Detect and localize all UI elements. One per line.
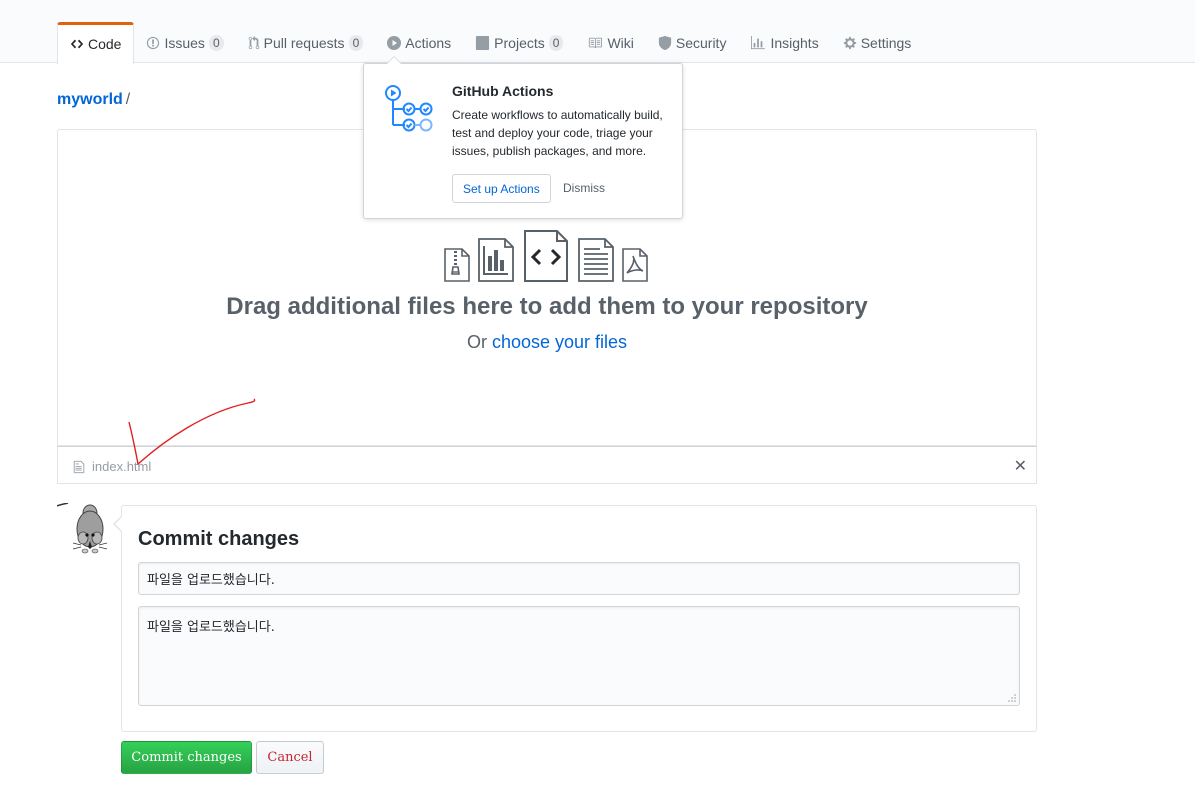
- graph-icon: [751, 35, 766, 49]
- repo-link[interactable]: myworld: [57, 91, 123, 108]
- tab-insights[interactable]: Insights: [738, 22, 830, 63]
- popover-title: GitHub Actions: [452, 83, 554, 99]
- chart-file-icon: [478, 238, 514, 282]
- drop-zone-subtitle: Or choose your files: [58, 332, 1036, 353]
- text-file-icon: [578, 238, 614, 282]
- tab-wiki-label: Wiki: [607, 34, 634, 51]
- breadcrumb: myworld /: [57, 91, 130, 109]
- tab-issues-label: Issues: [164, 34, 205, 51]
- git-pull-request-icon: [248, 35, 259, 49]
- play-icon: [387, 35, 402, 50]
- cancel-button[interactable]: Cancel: [256, 741, 324, 774]
- gear-icon: [843, 36, 856, 49]
- tab-insights-label: Insights: [770, 34, 819, 51]
- tab-pull-requests[interactable]: Pull requests 0: [236, 22, 376, 63]
- project-icon: [476, 35, 490, 50]
- book-icon: [589, 37, 603, 48]
- file-type-icons: [443, 230, 649, 282]
- remove-file-icon[interactable]: ✕: [1014, 456, 1027, 476]
- tab-issues[interactable]: Issues 0: [134, 22, 235, 63]
- popover-description: Create workflows to automatically build,…: [452, 108, 663, 158]
- setup-actions-button[interactable]: Set up Actions: [452, 174, 551, 203]
- tab-wiki[interactable]: Wiki: [575, 22, 645, 63]
- dismiss-link[interactable]: Dismiss: [563, 181, 605, 195]
- commit-title: Commit changes: [138, 528, 300, 550]
- tab-pull-requests-label: Pull requests: [263, 34, 345, 51]
- uploaded-file-row: index.html ✕: [57, 446, 1037, 484]
- file-name: index.html: [92, 459, 152, 474]
- tab-projects[interactable]: Projects 0: [463, 22, 575, 63]
- commit-summary-input[interactable]: [138, 562, 1020, 595]
- commit-description-textarea[interactable]: 파일을 업로드했습니다.: [138, 606, 1020, 706]
- choose-files-link[interactable]: choose your files: [492, 332, 627, 352]
- commit-form: Commit changes 파일을 업로드했습니다.: [113, 505, 1037, 732]
- tab-settings-label: Settings: [860, 34, 912, 51]
- repo-tabs: Code Issues 0 Pull requests 0 Actions Pr…: [57, 22, 924, 64]
- issue-opened-icon: [147, 36, 160, 49]
- drop-zone-title: Drag additional files here to add them t…: [226, 293, 868, 320]
- tab-settings[interactable]: Settings: [831, 22, 924, 63]
- workflow-icon: [385, 85, 433, 132]
- pdf-file-icon: [622, 248, 648, 282]
- projects-counter: 0: [548, 34, 564, 51]
- zip-file-icon: [444, 248, 470, 282]
- actions-popover: GitHub Actions Create workflows to autom…: [363, 56, 683, 219]
- tab-projects-label: Projects: [494, 34, 545, 51]
- shield-icon: [658, 35, 671, 50]
- pull-requests-counter: 0: [348, 34, 364, 51]
- resize-grip-icon[interactable]: [1008, 694, 1016, 702]
- drop-zone-or: Or: [466, 332, 487, 352]
- commit-changes-button[interactable]: Commit changes: [121, 741, 252, 774]
- repo-navigation: Code Issues 0 Pull requests 0 Actions Pr…: [0, 0, 1195, 64]
- code-icon: [70, 39, 84, 48]
- tab-code[interactable]: Code: [57, 22, 135, 64]
- breadcrumb-separator: /: [125, 91, 131, 108]
- code-file-icon: [524, 230, 568, 282]
- issues-counter: 0: [208, 34, 224, 51]
- tab-security[interactable]: Security: [646, 22, 739, 63]
- tab-actions-label: Actions: [405, 34, 452, 51]
- avatar: [57, 503, 107, 554]
- file-icon: [73, 460, 85, 474]
- tab-security-label: Security: [675, 34, 727, 51]
- tab-code-label: Code: [88, 35, 122, 52]
